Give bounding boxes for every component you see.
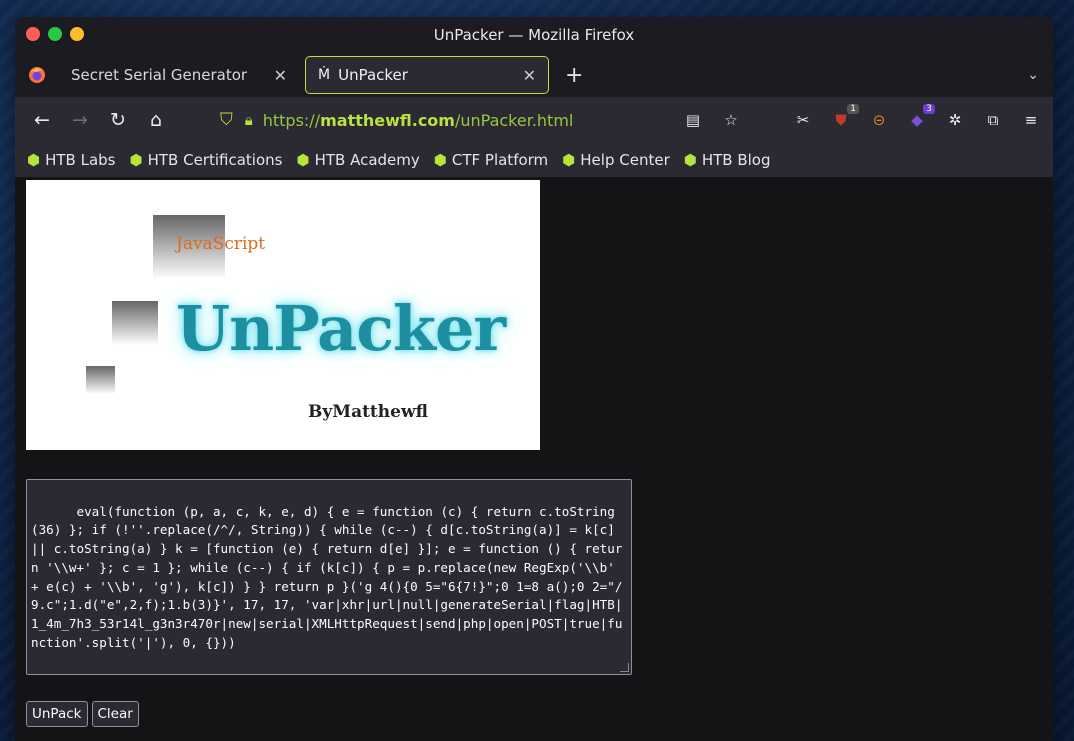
window-title: UnPacker — Mozilla Firefox [433,26,635,44]
cube-icon: ⬢ [683,151,697,169]
title-bar: UnPacker — Mozilla Firefox [15,17,1053,53]
cube-icon: ⬢ [562,151,576,169]
extension-badge: 3 [923,104,935,114]
packed-code-textarea[interactable]: eval(function (p, a, c, k, e, d) { e = f… [26,479,632,675]
bookmark-help-center[interactable]: ⬢ Help Center [562,151,670,169]
home-icon[interactable]: ⌂ [137,109,175,131]
action-buttons: UnPack Clear [26,701,139,727]
url-bar[interactable]: ⛉ 🔒︎ https://matthewfl.com/unPacker.html [220,97,573,143]
banner-title: UnPacker [176,292,506,365]
reader-view-icon[interactable]: ▤ [681,108,705,132]
bookmark-label: HTB Labs [45,151,116,169]
tab-bar: Secret Serial Generator ✕ Ṁ UnPacker ✕ +… [15,53,1053,97]
bookmark-label: CTF Platform [451,151,549,169]
page-content: JavaScript UnPacker ByMatthewfl eval(fun… [15,177,1053,741]
bookmark-htb-certifications[interactable]: ⬢ HTB Certifications [130,151,283,169]
cube-icon: ⬢ [433,151,447,169]
cube-icon: ⬢ [27,151,41,169]
bookmark-label: HTB Certifications [147,151,283,169]
privacy-badger-icon[interactable]: ⊝ [867,108,891,132]
tab-label: UnPacker [338,66,408,84]
maximize-window-button[interactable] [70,27,84,41]
minimize-window-button[interactable] [48,27,62,41]
ublock-badge: 1 [847,104,859,114]
browser-window: UnPacker — Mozilla Firefox Secret Serial… [15,17,1053,741]
close-tab-icon[interactable]: ✕ [274,66,287,85]
unpacker-banner-image: JavaScript UnPacker ByMatthewfl [26,180,540,450]
decor-gradient-square [86,366,115,394]
tab-secret-serial-generator[interactable]: Secret Serial Generator ✕ [59,56,299,94]
ublock-icon[interactable]: ⛊ 1 [829,104,859,132]
bookmark-label: Help Center [580,151,670,169]
toolbar-icons: ▤ ☆ ✂ ⛊ 1 ⊝ ◆ 3 ✲ ⧉ ≡ [681,97,1043,143]
clear-button[interactable]: Clear [91,701,139,727]
back-icon[interactable]: ← [23,109,61,131]
reload-icon[interactable]: ↻ [99,109,137,131]
hamburger-menu-icon[interactable]: ≡ [1019,108,1043,132]
bookmark-htb-academy[interactable]: ⬢ HTB Academy [296,151,419,169]
cube-icon: ⬢ [129,151,143,169]
url-path: /unPacker.html [454,110,574,130]
url-protocol: https:// [262,110,321,130]
tab-label: Secret Serial Generator [71,66,248,84]
list-all-tabs-icon[interactable]: ⌄ [1027,67,1039,83]
forward-icon[interactable]: → [61,109,99,131]
decor-gradient-square [112,301,158,345]
tab-unpacker[interactable]: Ṁ UnPacker ✕ [305,56,549,94]
bookmark-label: HTB Blog [701,151,771,169]
extension-purple-icon[interactable]: ◆ 3 [905,104,935,132]
extensions-icon[interactable]: ⧉ [981,108,1005,132]
bookmark-ctf-platform[interactable]: ⬢ CTF Platform [434,151,548,169]
unpacker-favicon-icon: Ṁ [318,67,331,83]
bookmark-htb-blog[interactable]: ⬢ HTB Blog [684,151,771,169]
lock-icon[interactable]: 🔒︎ [245,111,253,129]
tracking-protection-shield-icon[interactable]: ⛉ [220,110,233,130]
unpack-button[interactable]: UnPack [26,701,88,727]
window-controls [26,27,84,41]
puzzle-extension-icon[interactable]: ✂ [791,108,815,132]
close-window-button[interactable] [26,27,40,41]
cookie-icon[interactable]: ✲ [943,108,967,132]
bookmark-htb-labs[interactable]: ⬢ HTB Labs [27,151,116,169]
new-tab-icon[interactable]: + [565,63,583,88]
url-domain: matthewfl.com [320,110,455,130]
bookmark-label: HTB Academy [314,151,420,169]
cube-icon: ⬢ [296,151,310,169]
firefox-menu-icon[interactable] [15,53,59,97]
textarea-resize-handle[interactable] [620,663,629,672]
banner-byline: ByMatthewfl [308,402,428,422]
code-text: eval(function (p, a, c, k, e, d) { e = f… [31,503,623,650]
navigation-bar: ← → ↻ ⌂ ⛉ 🔒︎ https://matthewfl.com/unPac… [15,97,1053,143]
close-tab-icon[interactable]: ✕ [523,66,536,85]
bookmark-star-icon[interactable]: ☆ [719,108,743,132]
banner-subtitle: JavaScript [176,234,266,254]
bookmarks-toolbar: ⬢ HTB Labs ⬢ HTB Certifications ⬢ HTB Acade… [15,143,1053,177]
